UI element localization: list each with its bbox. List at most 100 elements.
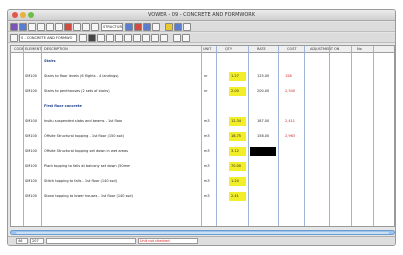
cell-qty[interactable]: 12.34 — [231, 119, 241, 123]
cell-description[interactable]: Plant topping to falls at balcony set do… — [44, 164, 130, 168]
dropdown-icon[interactable] — [79, 34, 87, 42]
cell-unit[interactable]: m3 — [204, 179, 210, 183]
edit-icon[interactable] — [28, 23, 36, 31]
paste-icon[interactable] — [46, 23, 54, 31]
cell-element[interactable]: SM100 — [25, 134, 37, 138]
cell-qty[interactable]: 18.75 — [231, 134, 241, 138]
section-heading-row[interactable]: First floor concrete — [11, 101, 394, 113]
cell-rate[interactable]: 187.00 — [257, 119, 269, 123]
format-icon[interactable] — [97, 34, 105, 42]
status-bar: 46 207 Unit not checked — [8, 236, 395, 245]
cell-element[interactable]: SM100 — [25, 89, 37, 93]
col-on[interactable]: ON — [334, 47, 339, 51]
table-row[interactable]: SM100 Stairs to floor levels (6 flights -… — [11, 71, 394, 83]
cell-description[interactable]: Stairs — [44, 59, 56, 63]
move-down-icon[interactable] — [160, 34, 168, 42]
title-bar: VOWER - 09 - CONCRETE AND FORMWORK — [8, 10, 395, 21]
nav-left-icon[interactable] — [10, 34, 18, 42]
table-row[interactable]: SM100 Stitch topping to falls - 1st floor… — [11, 176, 394, 188]
section-select[interactable]: S - CONCRETE AND FORMWO — [19, 34, 77, 42]
cost-grid: CODE ELEMENT DESCRIPTION UNIT QTY RATE C… — [10, 45, 395, 227]
cell-description[interactable]: Offsite Structural topping set down in w… — [44, 149, 128, 153]
col-qty[interactable]: QTY — [225, 47, 232, 51]
cell-unit[interactable]: m3 — [204, 149, 210, 153]
col-element[interactable]: ELEMENT — [25, 47, 41, 51]
cell-description[interactable]: Stairs to floor levels (6 flights - 4 la… — [44, 74, 119, 78]
cell-cost[interactable]: 2,411 — [285, 119, 295, 123]
delete-icon[interactable] — [64, 23, 72, 31]
cell-description[interactable]: First floor concrete — [44, 104, 82, 108]
cell-cost[interactable]: 2,340 — [285, 89, 295, 93]
cell-unit[interactable]: m3 — [204, 194, 210, 198]
table-row[interactable]: SM100 Stone topping to lower houses - 1st… — [11, 191, 394, 203]
insert-row-icon[interactable] — [133, 34, 141, 42]
filter-icon[interactable] — [91, 23, 99, 31]
cell-qty[interactable]: 1.27 — [231, 74, 239, 78]
move-up-icon[interactable] — [151, 34, 159, 42]
sort-icon[interactable] — [82, 23, 90, 31]
col-rate[interactable]: RATE — [257, 47, 266, 51]
align-icon[interactable] — [106, 34, 114, 42]
cell-description[interactable]: Offsite Structural topping - 1st floor (… — [44, 134, 124, 138]
highlight-icon[interactable] — [165, 23, 173, 31]
cell-unit[interactable]: m3 — [204, 119, 210, 123]
red-tool-icon[interactable] — [134, 23, 142, 31]
cell-description[interactable]: Insitu suspended slabs and beams - 1st f… — [44, 119, 122, 123]
status-field-1: 46 — [16, 238, 28, 244]
indent-icon[interactable] — [115, 34, 123, 42]
cell-unit[interactable]: m3 — [204, 134, 210, 138]
table-row[interactable]: SM100 Stairs to penthouses (2 sets of sta… — [11, 86, 394, 98]
chart-icon[interactable] — [152, 23, 160, 31]
cell-element[interactable]: SM100 — [25, 194, 37, 198]
outdent-icon[interactable] — [124, 34, 132, 42]
cell-description[interactable]: Stairs to penthouses (2 sets of stairs) — [44, 89, 110, 93]
cell-qty[interactable]: 70.00 — [231, 164, 241, 168]
rate-selected-cell[interactable] — [250, 147, 276, 156]
cell-cost[interactable]: 158 — [285, 74, 292, 78]
col-unit[interactable]: UNIT — [203, 47, 211, 51]
find-icon[interactable] — [73, 23, 81, 31]
calculator-icon[interactable] — [173, 34, 181, 42]
copy-icon[interactable] — [37, 23, 45, 31]
bold-icon[interactable] — [88, 34, 96, 42]
lock-icon[interactable] — [182, 34, 190, 42]
cell-cost[interactable]: 2,963 — [285, 134, 295, 138]
status-field-3 — [46, 238, 136, 244]
cell-unit[interactable]: m3 — [204, 164, 210, 168]
blue-tool-icon[interactable] — [125, 23, 133, 31]
cell-qty[interactable]: 1.20 — [231, 179, 239, 183]
report-icon[interactable] — [143, 23, 151, 31]
horizontal-scrollbar[interactable] — [10, 230, 395, 235]
cell-rate[interactable]: 125.00 — [257, 74, 269, 78]
table-row[interactable]: SM100 Plant topping to falls at balcony s… — [11, 161, 394, 173]
delete-row-icon[interactable] — [142, 34, 150, 42]
cell-rate[interactable]: 158.00 — [257, 134, 269, 138]
cell-description[interactable]: Stone topping to lower houses - 1st floo… — [44, 194, 133, 198]
settings-icon[interactable] — [183, 23, 191, 31]
cell-qty[interactable]: 2.00 — [231, 89, 239, 93]
cell-element[interactable]: SM100 — [25, 179, 37, 183]
cell-rate[interactable]: 200.00 — [257, 89, 269, 93]
cell-element[interactable]: SM100 — [25, 149, 37, 153]
col-no[interactable]: No — [357, 47, 362, 51]
filter-field[interactable]: STRUCTURE — [101, 23, 123, 31]
cell-element[interactable]: SM100 — [25, 164, 37, 168]
cell-description[interactable]: Stitch topping to falls - 1st floor (140… — [44, 179, 117, 183]
cell-qty[interactable]: 2.41 — [231, 194, 239, 198]
table-row[interactable]: SM100 Insitu suspended slabs and beams - … — [11, 116, 394, 128]
section-heading-row[interactable]: Stairs — [11, 56, 394, 68]
cell-qty[interactable]: 3.12 — [231, 149, 239, 153]
col-description[interactable]: DESCRIPTION — [44, 47, 68, 51]
cell-unit[interactable]: nr — [204, 89, 208, 93]
cell-unit[interactable]: nr — [204, 74, 208, 78]
table-row[interactable]: SM100 Offsite Structural topping set down… — [11, 146, 394, 158]
col-cost[interactable]: COST — [287, 47, 297, 51]
print-icon[interactable] — [55, 23, 63, 31]
info-icon[interactable] — [174, 23, 182, 31]
app-icon[interactable] — [10, 23, 18, 31]
table-row[interactable]: SM100 Offsite Structural topping - 1st fl… — [11, 131, 394, 143]
grid-icon[interactable] — [19, 23, 27, 31]
cell-element[interactable]: SM100 — [25, 74, 37, 78]
cell-element[interactable]: SM100 — [25, 119, 37, 123]
scrollbar-thumb[interactable] — [16, 232, 389, 234]
